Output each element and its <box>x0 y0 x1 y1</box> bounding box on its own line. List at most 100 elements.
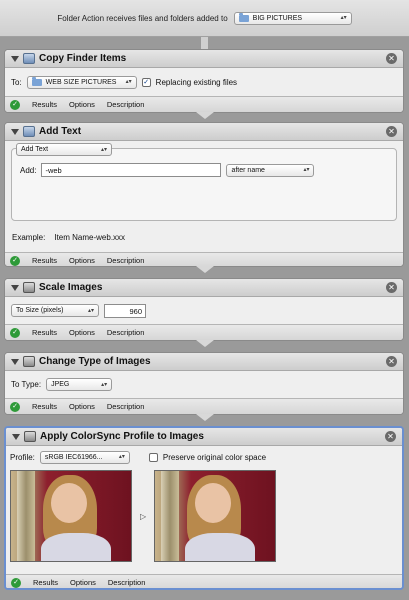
finder-icon <box>23 53 35 64</box>
action-title: Apply ColorSync Profile to Images <box>40 431 204 442</box>
example-value: Item Name-web.xxx <box>54 233 126 242</box>
disclosure-triangle-icon[interactable] <box>11 55 19 62</box>
action-scale-images[interactable]: Scale Images ✕ To Size (pixels) ▴▾ 960 ✓… <box>4 278 404 341</box>
action-title: Add Text <box>39 126 82 137</box>
add-text-options-box: Add Text ▴▾ Add: -web after name ▴▾ <box>11 143 397 221</box>
popup-arrows-icon: ▴▾ <box>340 15 347 21</box>
connector <box>201 37 208 49</box>
tab-results[interactable]: Results <box>32 328 57 337</box>
folder-action-label: Folder Action receives files and folders… <box>57 13 228 23</box>
scale-mode-value: To Size (pixels) <box>16 307 64 314</box>
popup-arrows-icon: ▴▾ <box>303 167 310 173</box>
tab-description[interactable]: Description <box>107 402 145 411</box>
replace-label: Replacing existing files <box>155 77 238 87</box>
image-type-value: JPEG <box>51 381 70 388</box>
folder-icon <box>238 12 249 22</box>
after-preview-image <box>154 470 277 562</box>
folder-icon <box>31 76 42 86</box>
action-footer: ✓ Results Options Description <box>5 398 403 414</box>
disclosure-triangle-icon[interactable] <box>12 433 20 440</box>
preview-icon <box>24 431 36 442</box>
to-type-label: To Type: <box>11 380 42 389</box>
position-value: after name <box>231 166 265 174</box>
tab-results[interactable]: Results <box>32 256 57 265</box>
before-preview-image <box>10 470 132 562</box>
tab-options[interactable]: Options <box>69 100 95 109</box>
to-label: To: <box>11 77 22 87</box>
finder-icon <box>23 126 35 137</box>
add-text-mode-popup[interactable]: Add Text ▴▾ <box>16 143 112 156</box>
action-copy-finder-items[interactable]: Copy Finder Items ✕ To: WEB SIZE PICTURE… <box>4 49 404 113</box>
tab-options[interactable]: Options <box>70 578 96 587</box>
popup-arrows-icon: ▴▾ <box>118 454 125 460</box>
disclosure-triangle-icon[interactable] <box>11 128 19 135</box>
action-title-bar[interactable]: Add Text ✕ <box>5 123 403 141</box>
destination-folder-value: WEB SIZE PICTURES <box>45 78 117 86</box>
action-title: Change Type of Images <box>39 356 151 367</box>
popup-arrows-icon: ▴▾ <box>100 146 107 153</box>
close-icon[interactable]: ✕ <box>386 126 397 137</box>
profile-label: Profile: <box>10 452 35 462</box>
example-label: Example: <box>12 233 46 242</box>
action-change-type[interactable]: Change Type of Images ✕ To Type: JPEG ▴▾… <box>4 352 404 415</box>
target-folder-value: BIG PICTURES <box>252 14 303 22</box>
action-title: Scale Images <box>39 282 103 293</box>
profile-value: sRGB IEC61966... <box>44 453 103 461</box>
add-text-mode-value: Add Text <box>21 146 49 153</box>
tab-options[interactable]: Options <box>69 328 95 337</box>
tab-results[interactable]: Results <box>32 100 57 109</box>
target-folder-popup[interactable]: BIG PICTURES ▴▾ <box>233 11 352 25</box>
position-popup[interactable]: after name ▴▾ <box>226 163 315 177</box>
connector-arrow <box>196 414 214 421</box>
tab-description[interactable]: Description <box>107 328 145 337</box>
checkmark-icon: ✓ <box>10 401 20 412</box>
image-type-popup[interactable]: JPEG ▴▾ <box>46 378 113 391</box>
action-footer: ✓ Results Options Description <box>5 252 403 266</box>
connector-arrow <box>196 112 214 119</box>
profile-popup[interactable]: sRGB IEC61966... ▴▾ <box>39 450 130 464</box>
workflow-header: Folder Action receives files and folders… <box>0 0 409 37</box>
disclosure-triangle-icon[interactable] <box>11 358 19 365</box>
action-title: Copy Finder Items <box>39 53 127 64</box>
action-title-bar[interactable]: Scale Images ✕ <box>5 279 403 297</box>
preview-icon <box>23 356 35 367</box>
tab-description[interactable]: Description <box>108 578 146 587</box>
checkmark-icon: ✓ <box>11 577 21 588</box>
close-icon[interactable]: ✕ <box>386 53 397 64</box>
action-add-text[interactable]: Add Text ✕ Add Text ▴▾ Add: -web after n… <box>4 122 404 267</box>
connector-arrow <box>196 340 214 347</box>
checkmark-icon: ✓ <box>10 327 20 338</box>
preserve-label: Preserve original color space <box>162 452 267 462</box>
close-icon[interactable]: ✕ <box>386 356 397 367</box>
play-arrow-icon: ▷ <box>140 511 147 521</box>
action-footer: ✓ Results Options Description <box>5 96 403 112</box>
close-icon[interactable]: ✕ <box>386 282 397 293</box>
add-label: Add: <box>20 165 37 175</box>
preserve-checkbox[interactable] <box>148 452 158 462</box>
connector-arrow <box>196 266 214 273</box>
popup-arrows-icon: ▴▾ <box>125 79 132 85</box>
disclosure-triangle-icon[interactable] <box>11 284 19 291</box>
preview-icon <box>23 282 35 293</box>
tab-options[interactable]: Options <box>69 402 95 411</box>
action-title-bar[interactable]: Change Type of Images ✕ <box>5 353 403 371</box>
tab-description[interactable]: Description <box>107 256 145 265</box>
action-apply-colorsync[interactable]: Apply ColorSync Profile to Images ✕ Prof… <box>4 426 404 590</box>
checkmark-icon: ✓ <box>10 99 20 110</box>
popup-arrows-icon: ▴▾ <box>101 381 108 388</box>
action-title-bar[interactable]: Apply ColorSync Profile to Images ✕ <box>6 428 402 446</box>
popup-arrows-icon: ▴▾ <box>87 307 94 314</box>
tab-results[interactable]: Results <box>32 402 57 411</box>
tab-description[interactable]: Description <box>107 100 145 109</box>
add-text-field[interactable]: -web <box>41 163 222 177</box>
tab-options[interactable]: Options <box>69 256 95 265</box>
close-icon[interactable]: ✕ <box>385 431 396 442</box>
destination-folder-popup[interactable]: WEB SIZE PICTURES ▴▾ <box>26 75 137 89</box>
size-field[interactable]: 960 <box>104 303 146 318</box>
replace-checkbox[interactable]: ✓ <box>141 77 151 87</box>
checkmark-icon: ✓ <box>10 255 20 266</box>
tab-results[interactable]: Results <box>33 578 58 587</box>
action-title-bar[interactable]: Copy Finder Items ✕ <box>5 50 403 68</box>
action-footer: ✓ Results Options Description <box>5 324 403 340</box>
scale-mode-popup[interactable]: To Size (pixels) ▴▾ <box>11 304 99 317</box>
